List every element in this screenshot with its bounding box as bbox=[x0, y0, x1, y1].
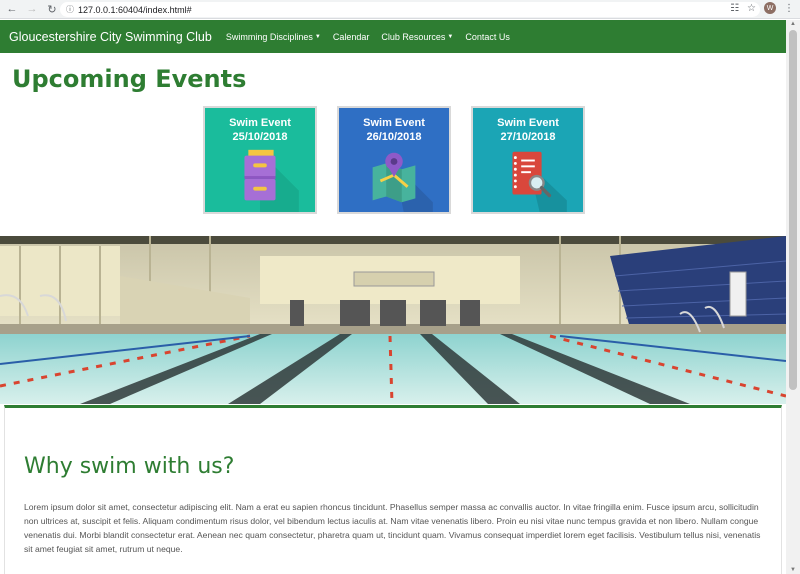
drawer-cabinet-icon bbox=[244, 149, 299, 212]
browser-actions: ☷ ☆ W ⋮ bbox=[730, 2, 794, 14]
info-icon[interactable]: ⓘ bbox=[66, 4, 74, 15]
event-card[interactable]: Swim Event 27/10/2018 bbox=[471, 106, 585, 214]
address-bar[interactable]: ⓘ 127.0.0.1:60404/index.html# bbox=[60, 2, 760, 17]
event-card-title: Swim Event 26/10/2018 bbox=[363, 116, 425, 144]
nav-item-contact-us[interactable]: Contact Us bbox=[465, 32, 510, 42]
arrow-left-icon[interactable]: ← bbox=[4, 1, 20, 17]
caret-down-icon: ▼ bbox=[314, 33, 321, 40]
star-icon[interactable]: ☆ bbox=[747, 3, 756, 14]
profile-avatar[interactable]: W bbox=[764, 2, 776, 14]
event-card[interactable]: Swim Event 26/10/2018 bbox=[337, 106, 451, 214]
map-pin-icon bbox=[372, 152, 433, 212]
page-scrollbar[interactable]: ▲ ▼ bbox=[786, 20, 800, 574]
nav-item-swimming-disciplines[interactable]: Swimming Disciplines ▼ bbox=[226, 32, 321, 42]
event-cards: Swim Event 25/10/2018 Swim Event 26/10/2… bbox=[203, 106, 585, 214]
swimming-pool-photo bbox=[0, 236, 786, 404]
scroll-down-icon[interactable]: ▼ bbox=[790, 567, 796, 573]
nav-item-calendar[interactable]: Calendar bbox=[333, 32, 370, 42]
section-heading: Why swim with us? bbox=[24, 454, 235, 479]
nav-item-label: Contact Us bbox=[465, 31, 510, 42]
page-title: Upcoming Events bbox=[12, 65, 247, 93]
nav-item-club-resources[interactable]: Club Resources ▼ bbox=[381, 32, 453, 42]
scroll-up-icon[interactable]: ▲ bbox=[790, 21, 796, 27]
caret-down-icon: ▼ bbox=[447, 33, 454, 40]
event-date: 25/10/2018 bbox=[232, 131, 288, 143]
reload-icon[interactable]: ↻ bbox=[44, 1, 60, 17]
arrow-right-icon[interactable]: → bbox=[24, 1, 40, 17]
event-title: Swim Event bbox=[497, 117, 559, 129]
event-date: 27/10/2018 bbox=[500, 131, 556, 143]
nav-item-label: Calendar bbox=[332, 31, 370, 42]
scroll-thumb[interactable] bbox=[789, 30, 797, 390]
nav-item-label: Club Resources bbox=[381, 31, 446, 42]
event-card-title: Swim Event 25/10/2018 bbox=[229, 116, 291, 144]
kebab-menu-icon[interactable]: ⋮ bbox=[784, 3, 794, 14]
event-card[interactable]: Swim Event 25/10/2018 bbox=[203, 106, 317, 214]
nav-item-label: Swimming Disciplines bbox=[225, 31, 313, 42]
translate-icon[interactable]: ☷ bbox=[730, 3, 739, 14]
why-swim-section: Why swim with us? Lorem ipsum dolor sit … bbox=[4, 405, 782, 574]
notebook-search-icon bbox=[512, 151, 567, 212]
site-brand[interactable]: Gloucestershire City Swimming Club bbox=[9, 30, 212, 44]
event-title: Swim Event bbox=[229, 117, 291, 129]
url-text: 127.0.0.1:60404/index.html# bbox=[78, 4, 192, 15]
browser-toolbar: ← → ↻ ⓘ 127.0.0.1:60404/index.html# ☷ ☆ … bbox=[0, 0, 800, 19]
event-date: 26/10/2018 bbox=[366, 131, 422, 143]
event-title: Swim Event bbox=[363, 117, 425, 129]
site-navbar: Gloucestershire City Swimming Club Swimm… bbox=[0, 20, 786, 53]
event-card-title: Swim Event 27/10/2018 bbox=[497, 116, 559, 144]
section-body: Lorem ipsum dolor sit amet, consectetur … bbox=[24, 502, 761, 554]
